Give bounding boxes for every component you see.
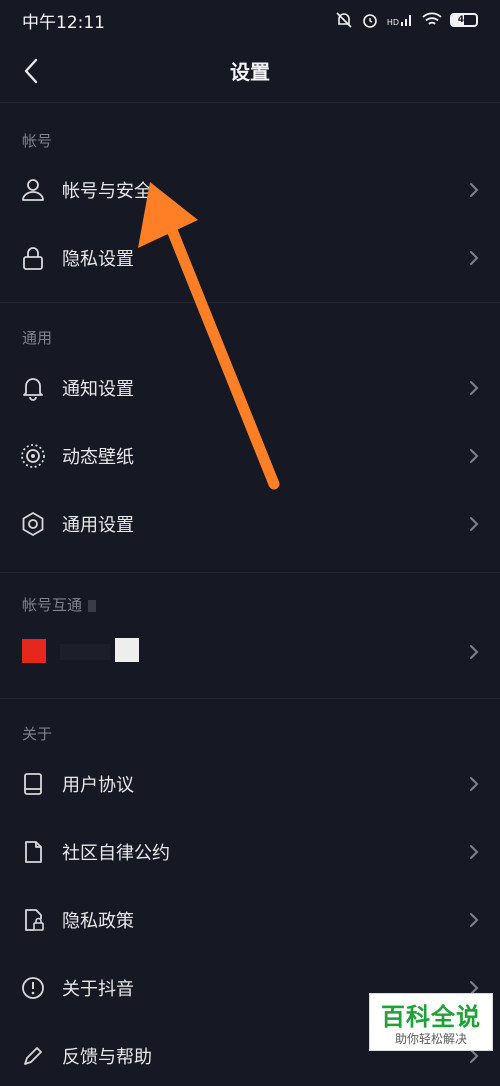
watermark-title: 百科全说 xyxy=(381,1003,481,1031)
watermark-subtitle: 助你轻松解决 xyxy=(394,1032,467,1046)
watermark-logo: 百科全说 助你轻松解决 xyxy=(369,993,493,1051)
annotation-arrow xyxy=(138,182,280,490)
